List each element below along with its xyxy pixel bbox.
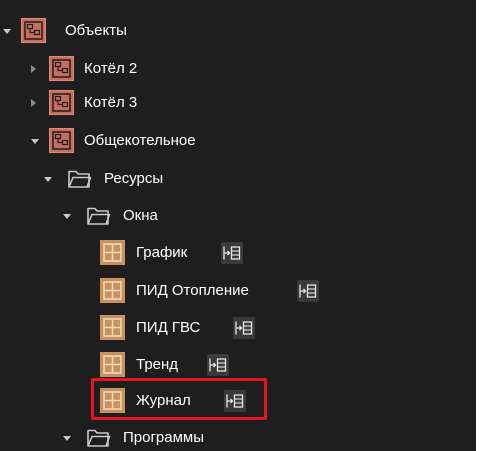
window-icon bbox=[100, 315, 125, 340]
tree-item-label: Котёл 3 bbox=[84, 94, 138, 111]
tree-item-label: Окна bbox=[123, 207, 158, 224]
bind-icon[interactable] bbox=[297, 280, 319, 302]
tree-item-journal[interactable]: Журнал bbox=[0, 382, 476, 420]
expand-arrow-icon[interactable] bbox=[31, 65, 36, 73]
tree-item-pid-heating[interactable]: ПИД Отопление bbox=[0, 272, 476, 310]
tree-item-label: Общекотельное bbox=[84, 132, 196, 149]
window-icon bbox=[100, 240, 125, 265]
tree-item-pid-dhw[interactable]: ПИД ГВС bbox=[0, 309, 476, 347]
expand-arrow-icon[interactable] bbox=[44, 177, 52, 182]
bind-icon[interactable] bbox=[224, 390, 246, 412]
expand-arrow-icon[interactable] bbox=[31, 99, 36, 107]
tree-item-common-boiler[interactable]: Общекотельное bbox=[0, 122, 476, 160]
tree-item-label: Тренд bbox=[136, 356, 179, 373]
folder-icon bbox=[86, 425, 111, 450]
bind-icon[interactable] bbox=[221, 242, 243, 264]
tree-item-windows[interactable]: Окна bbox=[0, 197, 476, 235]
tree-item-label: График bbox=[136, 244, 188, 261]
tree-item-label: Программы bbox=[123, 429, 205, 446]
tree-item-trend[interactable]: Тренд bbox=[0, 346, 476, 384]
tree-item-chart[interactable]: График bbox=[0, 234, 476, 272]
tree-item-label: ПИД ГВС bbox=[136, 319, 201, 336]
objects-icon bbox=[21, 18, 46, 43]
tree-item-boiler-2[interactable]: Котёл 2 bbox=[0, 50, 476, 88]
expand-arrow-icon[interactable] bbox=[63, 214, 71, 219]
expand-arrow-icon[interactable] bbox=[3, 29, 11, 34]
tree-item-label: Объекты bbox=[65, 22, 127, 39]
expand-arrow-icon[interactable] bbox=[63, 436, 71, 441]
window-icon bbox=[100, 352, 125, 377]
tree-item-label: Ресурсы bbox=[104, 170, 164, 187]
tree-item-objects[interactable]: Объекты bbox=[0, 12, 476, 50]
window-icon bbox=[100, 388, 125, 413]
object-tree: Объекты Котёл 2 Котёл 3 Общекотельное Ре… bbox=[0, 0, 476, 451]
object-icon bbox=[49, 128, 74, 153]
folder-icon bbox=[67, 166, 92, 191]
tree-item-label: ПИД Отопление bbox=[136, 282, 249, 299]
tree-item-label: Журнал bbox=[136, 392, 191, 409]
bind-icon[interactable] bbox=[207, 354, 229, 376]
tree-item-resources[interactable]: Ресурсы bbox=[0, 160, 476, 198]
bind-icon[interactable] bbox=[233, 317, 255, 339]
tree-item-programs[interactable]: Программы bbox=[0, 419, 476, 451]
tree-item-label: Котёл 2 bbox=[84, 60, 138, 77]
object-icon bbox=[49, 90, 74, 115]
folder-icon bbox=[86, 203, 111, 228]
tree-item-boiler-3[interactable]: Котёл 3 bbox=[0, 84, 476, 122]
window-icon bbox=[100, 278, 125, 303]
object-icon bbox=[49, 56, 74, 81]
expand-arrow-icon[interactable] bbox=[31, 139, 39, 144]
